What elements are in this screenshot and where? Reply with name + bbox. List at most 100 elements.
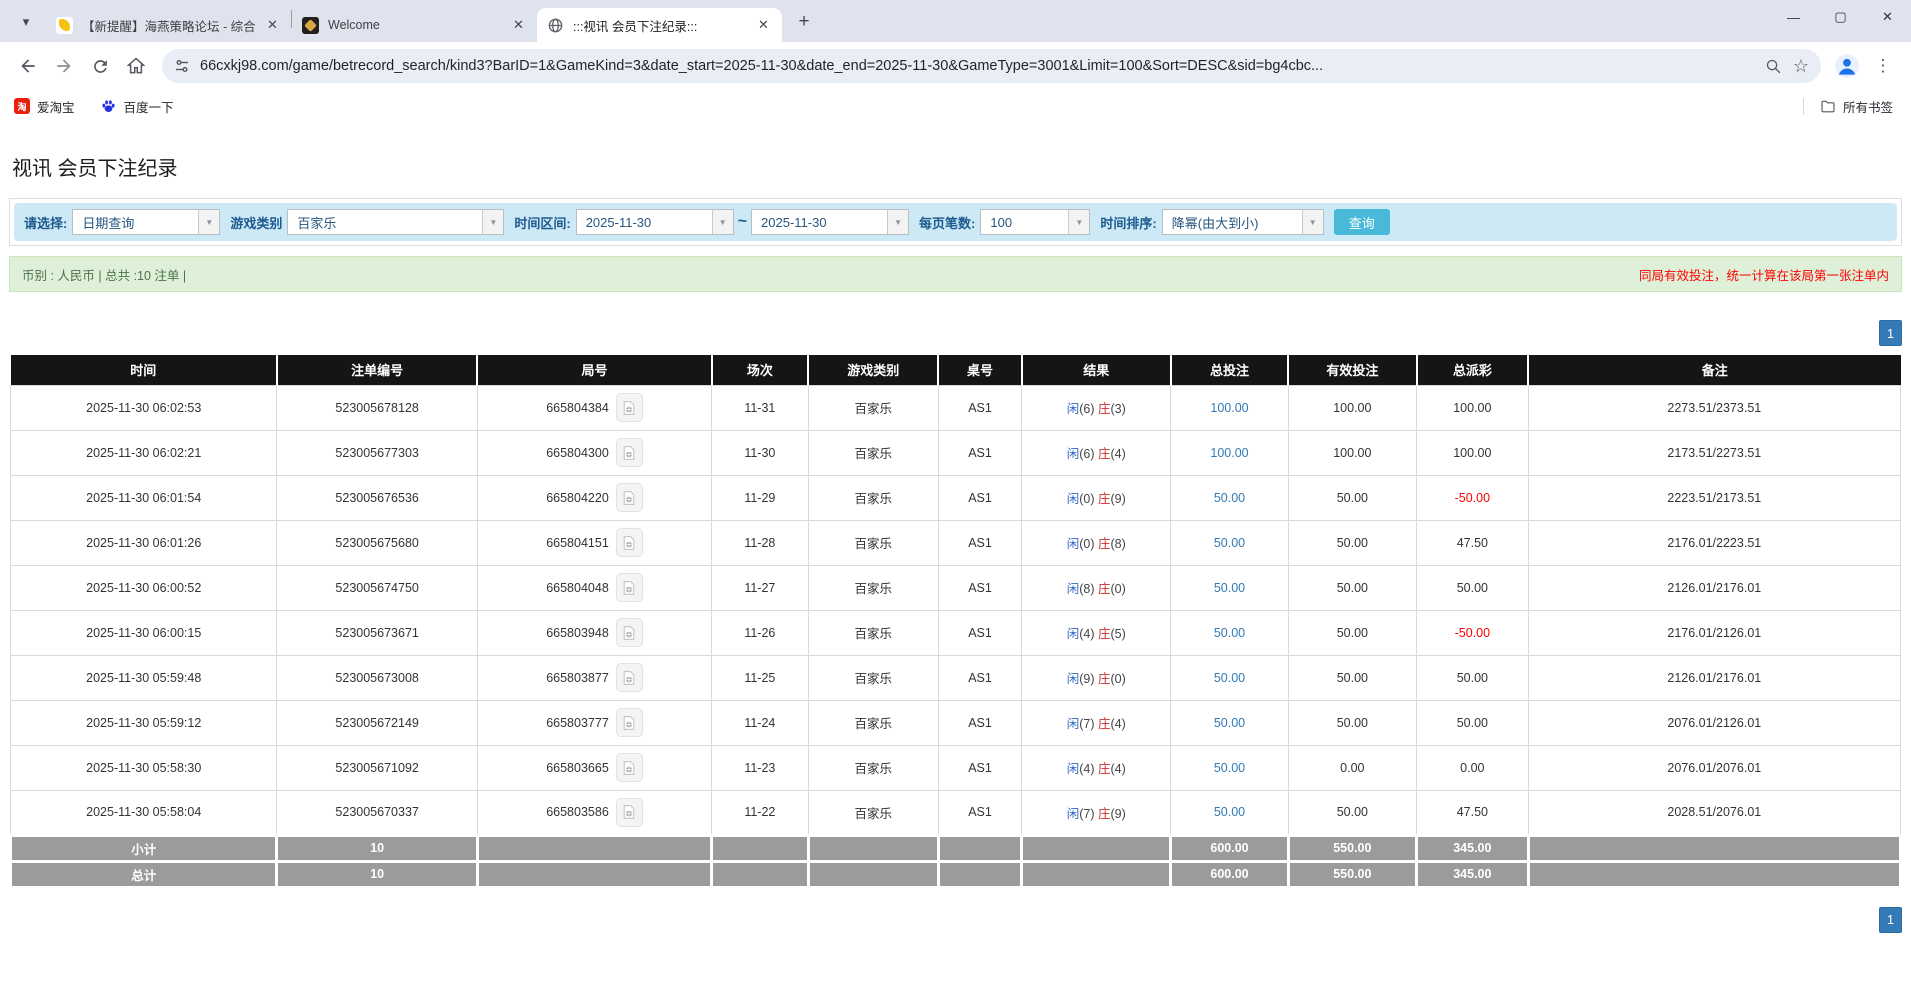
table-number: AS1 xyxy=(938,430,1021,475)
video-replay-button[interactable] xyxy=(616,573,643,602)
bookmark-star-icon[interactable]: ☆ xyxy=(1787,52,1815,80)
banker-result: 庄 xyxy=(1098,582,1111,596)
tab-title: 【新提醒】海燕策略论坛 - 综合 xyxy=(82,16,258,35)
session-number: 11-26 xyxy=(712,610,808,655)
player-result: 闲 xyxy=(1067,627,1080,641)
currency-summary-text: 币别 : 人民币 | 总共 :10 注单 | xyxy=(22,265,186,284)
chevron-down-icon[interactable]: ▼ xyxy=(482,210,503,234)
url-bar[interactable]: 66cxkj98.com/game/betrecord_search/kind3… xyxy=(162,49,1821,83)
video-replay-button[interactable] xyxy=(616,528,643,557)
new-tab-button[interactable]: + xyxy=(790,8,818,36)
table-row: 2025-11-30 05:58:30 523005671092 6658036… xyxy=(11,745,1901,790)
round-cell: 665804048 xyxy=(477,565,711,610)
session-number: 11-23 xyxy=(712,745,808,790)
chevron-down-icon[interactable]: ▼ xyxy=(887,210,908,234)
bet-time: 2025-11-30 06:02:21 xyxy=(11,430,277,475)
result-cell: 闲(8) 庄(0) xyxy=(1022,565,1171,610)
tab-search-chevron-icon[interactable]: ▾ xyxy=(12,8,40,36)
pagination-bottom: 1 xyxy=(9,907,1902,933)
browser-tab-1[interactable]: 【新提醒】海燕策略论坛 - 综合 ✕ xyxy=(46,8,291,42)
total-bet-link[interactable]: 50.00 xyxy=(1214,671,1245,685)
page-title: 视讯 会员下注纪录 xyxy=(12,152,1899,181)
video-replay-button[interactable] xyxy=(616,393,643,422)
total-bet-link[interactable]: 50.00 xyxy=(1214,805,1245,819)
chevron-down-icon[interactable]: ▼ xyxy=(1068,210,1089,234)
player-result: 闲 xyxy=(1067,537,1080,551)
zoom-page-icon[interactable] xyxy=(1759,52,1787,80)
total-bet-link[interactable]: 50.00 xyxy=(1214,536,1245,550)
video-replay-button[interactable] xyxy=(616,618,643,647)
total-bet-link[interactable]: 50.00 xyxy=(1214,491,1245,505)
tab-close-icon[interactable]: ✕ xyxy=(264,17,281,34)
sort-dropdown[interactable]: 降幂(由大到小) ▼ xyxy=(1162,209,1324,235)
tab-close-icon[interactable]: ✕ xyxy=(510,17,527,34)
profile-avatar[interactable] xyxy=(1831,50,1863,82)
table-row: 2025-11-30 06:02:21 523005677303 6658043… xyxy=(11,430,1901,475)
round-number: 665803777 xyxy=(546,716,609,730)
valid-bet: 50.00 xyxy=(1288,475,1417,520)
close-window-button[interactable]: ✕ xyxy=(1864,0,1911,34)
summary-label: 总计 xyxy=(11,861,277,887)
total-bet-link[interactable]: 100.00 xyxy=(1210,446,1248,460)
tab-close-icon[interactable]: ✕ xyxy=(755,17,772,34)
per-page-dropdown[interactable]: 100 ▼ xyxy=(980,209,1090,235)
bookmark-aitaobao[interactable]: 淘 爱淘宝 xyxy=(14,97,75,116)
total-bet-link[interactable]: 100.00 xyxy=(1210,401,1248,415)
reload-icon[interactable] xyxy=(84,50,116,82)
browser-tab-3-active[interactable]: :::视讯 会员下注纪录::: ✕ xyxy=(537,8,782,42)
browser-tab-2[interactable]: Welcome ✕ xyxy=(292,8,537,42)
summary-payout: 345.00 xyxy=(1417,861,1529,887)
filter-section: 请选择: 日期查询 ▼ 游戏类别 百家乐 ▼ 时间区间: 2025-11-30 … xyxy=(9,198,1902,246)
window-controls: — ▢ ✕ xyxy=(1770,0,1911,34)
summary-empty-cell xyxy=(712,861,808,887)
minimize-button[interactable]: — xyxy=(1770,0,1817,34)
total-bet-link[interactable]: 50.00 xyxy=(1214,716,1245,730)
summary-empty-cell xyxy=(808,835,938,861)
maximize-button[interactable]: ▢ xyxy=(1817,0,1864,34)
chevron-down-icon[interactable]: ▼ xyxy=(712,210,733,234)
bet-time: 2025-11-30 06:00:52 xyxy=(11,565,277,610)
chevron-down-icon[interactable]: ▼ xyxy=(1302,210,1323,234)
query-type-dropdown[interactable]: 日期查询 ▼ xyxy=(72,209,220,235)
video-replay-button[interactable] xyxy=(616,663,643,692)
player-result: 闲 xyxy=(1067,492,1080,506)
page-1-button[interactable]: 1 xyxy=(1879,907,1902,933)
browser-menu-icon[interactable]: ⋮ xyxy=(1867,50,1899,82)
bet-time: 2025-11-30 05:58:30 xyxy=(11,745,277,790)
total-bet-link[interactable]: 50.00 xyxy=(1214,626,1245,640)
video-replay-button[interactable] xyxy=(616,483,643,512)
chevron-down-icon[interactable]: ▼ xyxy=(198,210,219,234)
bookmark-baidu[interactable]: 百度一下 xyxy=(101,97,174,116)
globe-icon xyxy=(547,17,564,34)
bet-time: 2025-11-30 06:01:54 xyxy=(11,475,277,520)
site-settings-icon[interactable] xyxy=(174,58,190,74)
player-result: 闲 xyxy=(1067,807,1080,821)
total-bet-link[interactable]: 50.00 xyxy=(1214,761,1245,775)
per-page-label: 每页笔数: xyxy=(919,213,975,232)
video-replay-button[interactable] xyxy=(616,438,643,467)
session-number: 11-31 xyxy=(712,385,808,430)
column-header: 总投注 xyxy=(1171,355,1288,385)
valid-bet: 100.00 xyxy=(1288,385,1417,430)
summary-valid-bet: 550.00 xyxy=(1288,835,1417,861)
video-replay-button[interactable] xyxy=(616,798,643,827)
summary-valid-bet: 550.00 xyxy=(1288,861,1417,887)
summary-count: 10 xyxy=(277,861,477,887)
total-bet-link[interactable]: 50.00 xyxy=(1214,581,1245,595)
all-bookmarks-button[interactable]: 所有书签 xyxy=(1820,97,1893,116)
game-type-dropdown[interactable]: 百家乐 ▼ xyxy=(287,209,504,235)
session-number: 11-24 xyxy=(712,700,808,745)
page-1-button[interactable]: 1 xyxy=(1879,320,1902,346)
home-icon[interactable] xyxy=(120,50,152,82)
round-cell: 665803948 xyxy=(477,610,711,655)
video-replay-button[interactable] xyxy=(616,708,643,737)
url-text[interactable]: 66cxkj98.com/game/betrecord_search/kind3… xyxy=(200,58,1759,74)
search-button[interactable]: 查询 xyxy=(1334,209,1390,235)
back-icon[interactable] xyxy=(12,50,44,82)
date-start-dropdown[interactable]: 2025-11-30 ▼ xyxy=(576,209,734,235)
video-replay-button[interactable] xyxy=(616,753,643,782)
date-end-dropdown[interactable]: 2025-11-30 ▼ xyxy=(751,209,909,235)
forward-icon[interactable] xyxy=(48,50,80,82)
table-number: AS1 xyxy=(938,520,1021,565)
result-cell: 闲(0) 庄(8) xyxy=(1022,520,1171,565)
